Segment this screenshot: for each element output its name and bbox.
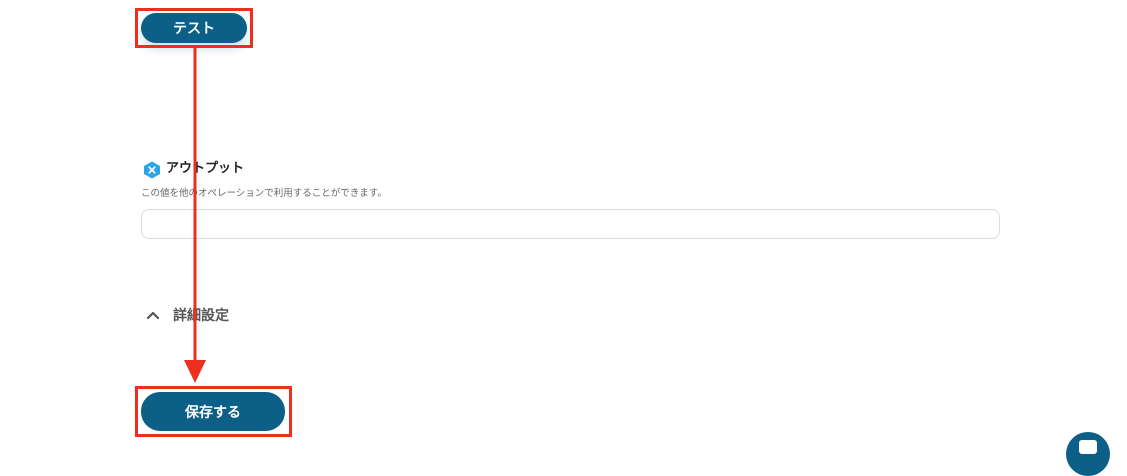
output-title: アウトプット: [166, 161, 245, 176]
output-x-icon: [144, 161, 160, 179]
chevron-up-icon: [146, 311, 160, 320]
save-button[interactable]: 保存する: [141, 392, 285, 431]
chat-icon: [1079, 440, 1097, 454]
chat-fab-button[interactable]: [1066, 432, 1110, 476]
output-description: この値を他のオペレーションで利用することができます。: [141, 188, 387, 199]
output-field[interactable]: [141, 209, 1000, 239]
advanced-settings-toggle[interactable]: 詳細設定: [146, 304, 229, 326]
advanced-settings-label: 詳細設定: [173, 308, 229, 324]
test-button[interactable]: テスト: [141, 13, 247, 43]
